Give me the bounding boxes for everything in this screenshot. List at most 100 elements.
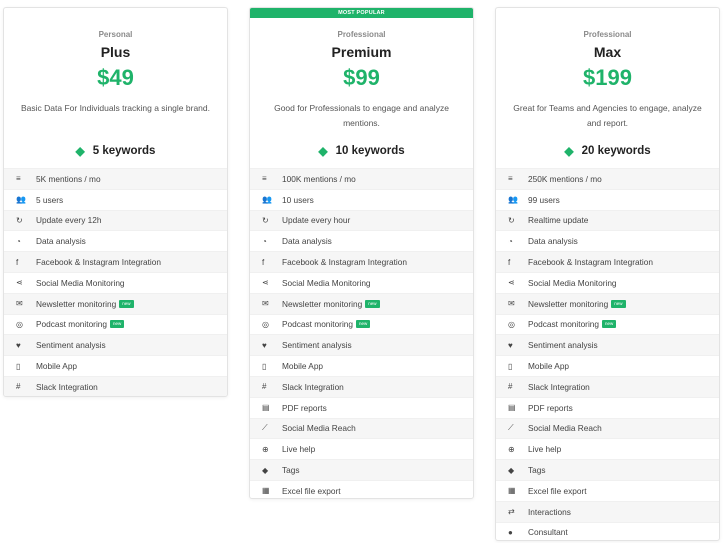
feature-label: PDF reports	[528, 402, 573, 413]
list-icon: ≡	[16, 174, 21, 184]
feature-label: Social Media Reach	[528, 423, 602, 434]
feature-label: Data analysis	[528, 236, 578, 247]
feature-label: Interactions	[528, 506, 571, 517]
feature-label: Sentiment analysis	[528, 340, 598, 351]
plan-name: Max	[593, 44, 622, 60]
keywords-count: ◆ 5 keywords	[4, 143, 227, 159]
facebook-icon: f	[262, 257, 265, 267]
feature-row: # Slack Integration	[4, 375, 227, 396]
feature-row: ◎ Podcast monitoring new	[4, 313, 227, 335]
users-icon: 👥	[508, 195, 518, 205]
card-header: Personal Plus $49 Basic Data For Individ…	[4, 30, 227, 159]
feature-label: Update every 12h	[36, 215, 102, 226]
feature-row: ◎ Podcast monitoring new	[250, 313, 473, 335]
users-icon: 👥	[16, 195, 26, 205]
share-icon: ⋖	[262, 278, 269, 288]
feature-label: Realtime update	[528, 215, 589, 226]
keywords-count: ◆ 20 keywords	[496, 143, 719, 159]
facebook-icon: f	[508, 257, 511, 267]
slack-icon: #	[16, 382, 21, 392]
mobile-icon: ▯	[508, 361, 513, 371]
feature-row: ▯ Mobile App	[250, 355, 473, 376]
new-badge: new	[356, 320, 371, 329]
slack-icon: #	[262, 382, 267, 392]
feature-row: 👥 5 users	[4, 188, 227, 210]
feature-row: ⟋ Social Media Reach	[496, 417, 719, 439]
feature-label: Slack Integration	[528, 381, 590, 392]
feature-label: Social Media Monitoring	[528, 277, 617, 288]
feature-row: ✉ Newsletter monitoring new	[496, 292, 719, 314]
feature-label: Slack Integration	[36, 381, 98, 392]
card-header: Professional Premium $99 Good for Profes…	[250, 30, 473, 159]
retweet-icon: ⇄	[508, 507, 515, 517]
podcast-icon: ◎	[262, 319, 269, 329]
keywords-label: 20 keywords	[581, 145, 651, 157]
feature-label: Update every hour	[282, 215, 351, 226]
envelope-icon: ✉	[508, 299, 515, 309]
feature-label: Data analysis	[36, 236, 86, 247]
feature-label: 5 users	[36, 194, 64, 205]
plan-price: $49	[97, 65, 134, 90]
feature-label: 10 users	[282, 194, 314, 205]
feature-row: ▯ Mobile App	[496, 355, 719, 376]
feature-label: Newsletter monitoring	[282, 298, 363, 309]
plan-tier: Professional	[337, 30, 386, 39]
feature-row: ↻ Realtime update	[496, 209, 719, 231]
feature-row: f Facebook & Instagram Integration	[4, 251, 227, 272]
feature-row: ◔ Data analysis	[250, 230, 473, 251]
mobile-icon: ▯	[16, 361, 21, 371]
tags-icon: ◆	[262, 465, 269, 475]
feature-row: ● Consultant	[496, 521, 719, 540]
refresh-icon: ↻	[262, 215, 269, 225]
feature-row: ↻ Update every hour	[250, 209, 473, 231]
feature-label: Podcast monitoring	[282, 319, 354, 330]
pdf-icon: ▤	[262, 403, 270, 413]
feature-row: 👥 99 users	[496, 188, 719, 210]
feature-row: ◆ Tags	[250, 459, 473, 480]
feature-label: Newsletter monitoring	[528, 298, 609, 309]
feature-row: # Slack Integration	[496, 375, 719, 397]
refresh-icon: ↻	[16, 215, 23, 225]
share-icon: ⋖	[508, 278, 515, 288]
plan-price: $199	[583, 65, 632, 90]
most-popular-ribbon: MOST POPULAR	[250, 8, 473, 18]
feature-label: Excel file export	[528, 485, 587, 496]
feature-label: Mobile App	[528, 361, 570, 372]
plan-description: Great for Teams and Agencies to engage, …	[513, 103, 702, 128]
plan-name: Premium	[331, 44, 392, 60]
feature-row: ▤ PDF reports	[250, 396, 473, 418]
pricing-card-premium: MOST POPULAR Professional Premium $99 Go…	[249, 7, 474, 499]
feature-row: ⋖ Social Media Monitoring	[4, 271, 227, 293]
podcast-icon: ◎	[508, 319, 515, 329]
feature-label: Excel file export	[282, 485, 341, 496]
feature-label: Facebook & Instagram Integration	[36, 257, 161, 268]
refresh-icon: ↻	[508, 215, 515, 225]
new-badge: new	[365, 299, 380, 308]
feature-label: Consultant	[528, 527, 568, 538]
pdf-icon: ▤	[508, 403, 516, 413]
list-icon: ≡	[262, 174, 267, 184]
feature-label: Tags	[282, 465, 300, 476]
feature-row: ✉ Newsletter monitoring new	[250, 292, 473, 314]
feature-label: Facebook & Instagram Integration	[282, 257, 407, 268]
feature-row: ⋖ Social Media Monitoring	[496, 271, 719, 293]
feature-row: ◔ Data analysis	[4, 230, 227, 251]
keywords-count: ◆ 10 keywords	[250, 143, 473, 159]
pricing-card-max: Professional Max $199 Great for Teams an…	[495, 7, 720, 541]
feature-label: Live help	[282, 444, 316, 455]
feature-row: ✉ Newsletter monitoring new	[4, 292, 227, 314]
feature-label: Slack Integration	[282, 381, 344, 392]
feature-row: ▦ Excel file export	[250, 479, 473, 498]
card-header: Professional Max $199 Great for Teams an…	[496, 30, 719, 159]
podcast-icon: ◎	[16, 319, 23, 329]
feature-label: Mobile App	[282, 361, 324, 372]
feature-label: 5K mentions / mo	[36, 173, 101, 184]
feature-label: Social Media Monitoring	[36, 277, 125, 288]
new-badge: new	[119, 299, 134, 308]
pie-chart-icon: ◔	[16, 236, 21, 246]
feature-row: 👥 10 users	[250, 188, 473, 210]
new-badge: new	[602, 320, 617, 329]
feature-row: ◔ Data analysis	[496, 230, 719, 251]
feature-label: Facebook & Instagram Integration	[528, 257, 653, 268]
feature-row: ⊕ Live help	[250, 438, 473, 459]
